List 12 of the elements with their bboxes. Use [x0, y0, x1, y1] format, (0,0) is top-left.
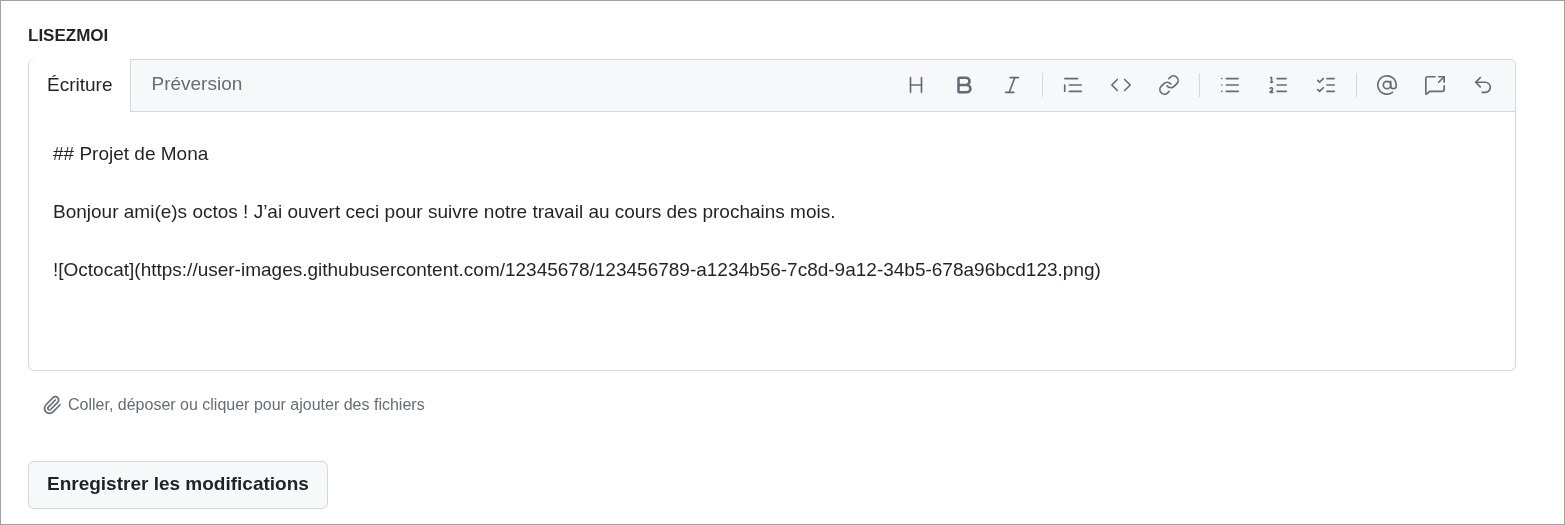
editor-tab[interactable]: Écriture [29, 58, 132, 112]
editor-text-line: ## Projet de Mona [53, 141, 209, 166]
mention-icon [1376, 73, 1398, 96]
editor-text-line: Bonjour ami(e)s octos ! J’ai ouvert ceci pour suivre notre travail au cours des prochains mois. [53, 199, 836, 224]
section-title: LISEZMOI [28, 25, 110, 47]
paperclip-icon [42, 394, 62, 415]
editor-text-line: ![Octocat](https://user-images.githubusercontent.com/12345678/123456789-a1234b56-7c8d-9a12-34b5-678a96bcd123.png) [53, 257, 1101, 282]
link-icon [1158, 73, 1180, 96]
save-button[interactable]: Enregistrer les modifications [28, 460, 328, 509]
reference-icon [1424, 73, 1446, 96]
editor-tab[interactable]: Préversion [131, 58, 263, 111]
attach-files-hint[interactable]: Coller, déposer ou cliquer pour ajouter des fichiers [68, 392, 425, 417]
